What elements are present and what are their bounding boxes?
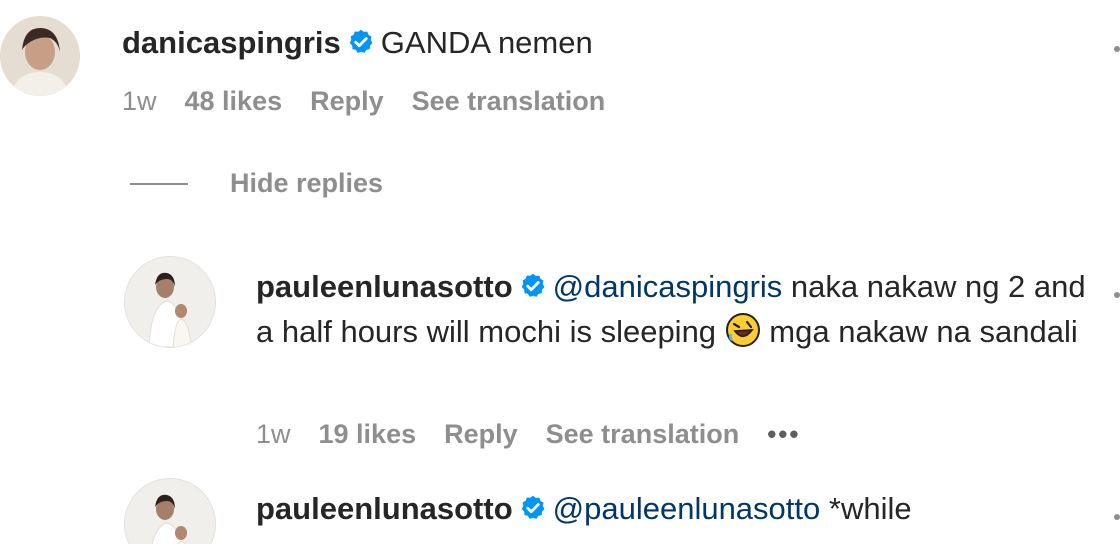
reply-button[interactable]: Reply xyxy=(444,419,518,450)
comment-danicaspingris: danicaspingris GANDA nemen 1w 48 likes Re… xyxy=(0,0,1120,140)
reply-text: pauleenlunasotto @danicaspingris naka nak… xyxy=(256,264,1086,354)
verified-badge-icon xyxy=(521,495,545,519)
verified-badge-icon xyxy=(349,29,373,53)
more-options-icon[interactable]: ••• xyxy=(767,419,800,450)
see-translation-button[interactable]: See translation xyxy=(412,86,606,117)
reply-username[interactable]: pauleenlunasotto xyxy=(256,269,513,304)
divider-line xyxy=(130,182,188,185)
comment-meta: 1w 48 likes Reply See translation xyxy=(122,86,633,117)
reply-meta: 1w 19 likes Reply See translation ••• xyxy=(256,419,829,450)
reply-pauleenlunasotto-2: pauleenlunasotto @pauleenlunasotto *while xyxy=(0,476,1120,544)
reply-text: pauleenlunasotto @pauleenlunasotto *while xyxy=(256,486,1086,531)
reply-time[interactable]: 1w xyxy=(256,419,291,450)
verified-badge-icon xyxy=(521,273,545,297)
reply-pauleenlunasotto-1: pauleenlunasotto @danicaspingris naka nak… xyxy=(0,250,1120,460)
reply-username[interactable]: pauleenlunasotto xyxy=(256,491,513,526)
comment-likes[interactable]: 48 likes xyxy=(185,86,283,117)
mention-link[interactable]: @danicaspingris xyxy=(553,269,783,304)
avatar-photo-icon xyxy=(125,257,215,347)
comment-username[interactable]: danicaspingris xyxy=(122,25,341,60)
avatar[interactable] xyxy=(124,478,216,544)
avatar[interactable] xyxy=(0,16,80,96)
comment-time[interactable]: 1w xyxy=(122,86,157,117)
reply-likes[interactable]: 19 likes xyxy=(319,419,417,450)
comment-body: GANDA nemen xyxy=(380,25,593,60)
reply-options-icon[interactable] xyxy=(1114,514,1120,520)
comment-text: danicaspingris GANDA nemen xyxy=(122,20,593,65)
see-translation-button[interactable]: See translation xyxy=(546,419,740,450)
avatar-photo-icon xyxy=(125,479,215,544)
avatar[interactable] xyxy=(124,256,216,348)
mention-link[interactable]: @pauleenlunasotto xyxy=(553,491,821,526)
hide-replies-toggle[interactable]: Hide replies xyxy=(130,168,383,199)
reply-body-part2: mga nakaw na sandali xyxy=(760,314,1078,349)
reply-body: *while xyxy=(820,491,912,526)
rolling-on-floor-laughing-emoji-icon xyxy=(725,313,760,347)
reply-options-icon[interactable] xyxy=(1114,292,1120,298)
comments-thread: danicaspingris GANDA nemen 1w 48 likes Re… xyxy=(0,0,1120,544)
reply-button[interactable]: Reply xyxy=(310,86,384,117)
comment-options-icon[interactable] xyxy=(1114,46,1120,52)
avatar-photo-icon xyxy=(0,16,80,96)
hide-replies-label[interactable]: Hide replies xyxy=(230,168,383,199)
